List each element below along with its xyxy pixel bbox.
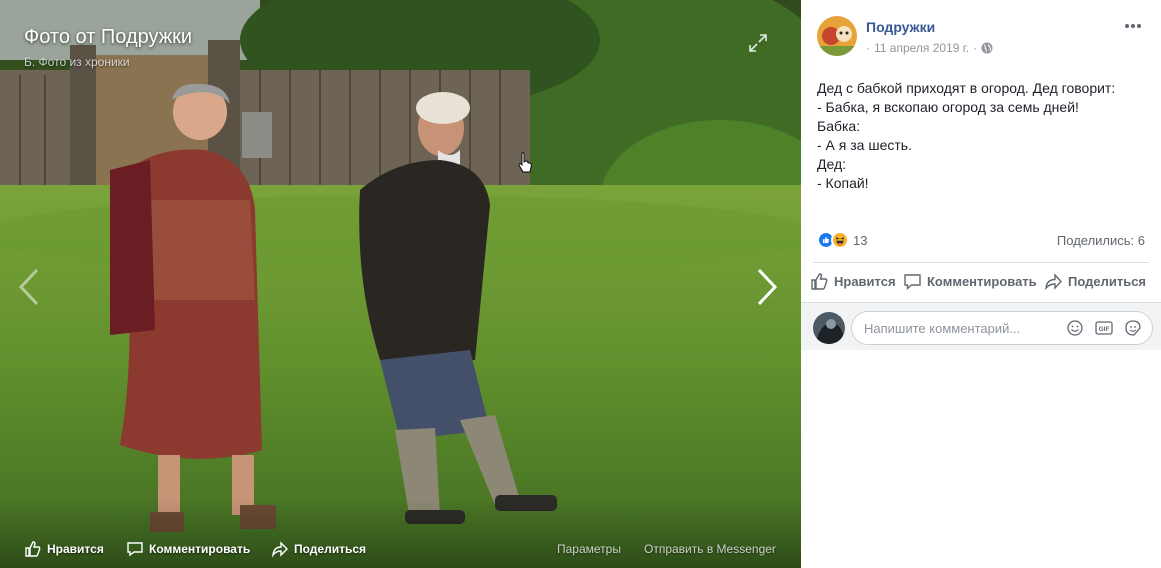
share-count[interactable]: Поделились: 6 <box>1057 233 1145 248</box>
photo-options-link[interactable]: Параметры <box>557 542 621 556</box>
expand-icon[interactable] <box>748 33 768 53</box>
post-line: Дед: <box>817 156 847 172</box>
photo-share-button[interactable]: Поделиться <box>271 540 366 558</box>
post-text: Дед с бабкой приходят в огород. Дед гово… <box>817 79 1147 193</box>
post-line: - Бабка, я вскопаю огород за семь дней! <box>817 99 1079 115</box>
photo-share-label: Поделиться <box>294 542 367 556</box>
post-line: Дед с бабкой приходят в огород. Дед гово… <box>817 80 1116 96</box>
globe-icon <box>981 42 993 54</box>
chevron-left-icon[interactable] <box>18 268 40 306</box>
photo-image <box>0 0 801 568</box>
like-button[interactable]: Нравится <box>810 272 896 291</box>
photo-album-link[interactable]: Б. Фото из хроники <box>24 55 130 69</box>
photo-like-label: Нравится <box>47 542 104 556</box>
share-icon <box>1045 273 1062 291</box>
post-author[interactable]: Подружки <box>866 19 935 35</box>
like-label: Нравится <box>834 274 896 289</box>
comment-icon <box>127 542 143 557</box>
page-avatar[interactable] <box>817 16 857 56</box>
comment-button[interactable]: Комментировать <box>903 272 1037 291</box>
user-avatar[interactable] <box>813 312 845 344</box>
share-button[interactable]: Поделиться <box>1044 272 1146 291</box>
post-action-bar: Нравится Комментировать Поделиться <box>801 266 1161 298</box>
post-line: - А я за шесть. <box>817 137 912 153</box>
divider <box>813 262 1149 263</box>
comment-composer: GIF <box>801 302 1161 350</box>
svg-text:GIF: GIF <box>1099 326 1110 333</box>
reaction-summary[interactable]: 13 <box>817 231 867 249</box>
sticker-icon[interactable] <box>1123 319 1143 337</box>
post-date[interactable]: 11 апреля 2019 г. <box>874 41 969 55</box>
thumbs-up-icon <box>25 541 41 557</box>
post-line: - Копай! <box>817 175 869 191</box>
photo-like-button[interactable]: Нравится <box>24 540 104 558</box>
photo-comment-label: Комментировать <box>149 542 251 556</box>
emoji-icon[interactable] <box>1065 319 1085 337</box>
post-panel: Подружки · 11 апреля 2019 г. · Дед с баб… <box>801 0 1161 568</box>
haha-reaction-icon <box>831 231 849 249</box>
share-icon <box>271 541 288 558</box>
comment-tools: GIF <box>1065 319 1143 337</box>
photo-comment-button[interactable]: Комментировать <box>126 540 250 558</box>
more-options-icon[interactable] <box>1123 18 1143 34</box>
thumbs-up-icon <box>811 273 828 290</box>
gif-icon[interactable]: GIF <box>1094 319 1114 337</box>
photo-action-bar: Нравится Комментировать Поделиться Парам… <box>0 498 801 568</box>
post-meta: · 11 апреля 2019 г. · <box>866 41 993 55</box>
photo-viewer: Фото от Подружки Б. Фото из хроники Нрав… <box>0 0 801 568</box>
photo-title: Фото от Подружки <box>24 26 193 48</box>
post-line: Бабка: <box>817 118 861 134</box>
send-messenger-link[interactable]: Отправить в Messenger <box>644 542 776 556</box>
share-label: Поделиться <box>1068 274 1147 289</box>
comment-label: Комментировать <box>927 274 1037 289</box>
hand-cursor-icon <box>518 152 532 174</box>
reaction-count: 13 <box>853 232 868 248</box>
comment-icon <box>904 274 921 291</box>
chevron-right-icon[interactable] <box>756 268 778 306</box>
